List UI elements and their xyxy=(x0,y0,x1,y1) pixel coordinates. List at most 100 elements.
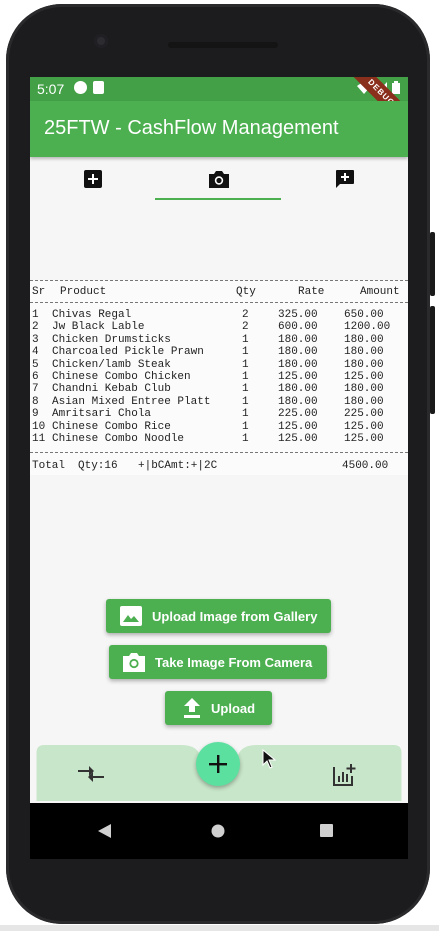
camera-button-label: Take Image From Camera xyxy=(155,654,313,670)
receipt-item-sr: 5 xyxy=(32,358,39,371)
receipt-item-amount: 125.00 xyxy=(344,371,384,383)
receipt-item-qty: 1 xyxy=(242,408,249,421)
receipt-image: Sr Product Qty Rate Amount 1 Chivas Regal… xyxy=(30,280,408,475)
upload-from-gallery-button[interactable]: Upload Image from Gallery xyxy=(106,599,331,633)
receipt-item-rate: 180.00 xyxy=(278,395,318,408)
receipt-item-product: Jw Black Lable xyxy=(52,321,145,334)
receipt-item-qty: 1 xyxy=(242,433,249,445)
receipt-item-row: 10 Chinese Combo Rice 1 125.00 125.00 xyxy=(30,421,408,433)
back-icon[interactable] xyxy=(98,824,112,838)
total-extra: +|bCAmt:+|2C xyxy=(138,460,218,472)
receipt-item-row: 8 Asian Mixed Entree Platt 1 180.00 180.00 xyxy=(30,396,408,408)
receipt-item-product: Chinese Combo Noodle xyxy=(52,433,185,445)
receipt-item-amount: 180.00 xyxy=(344,346,384,359)
receipt-item-rate: 125.00 xyxy=(278,433,318,445)
receipt-divider xyxy=(30,280,408,281)
receipt-item-rate: 225.00 xyxy=(278,408,318,421)
receipt-item-qty: 1 xyxy=(242,383,249,396)
tab-add[interactable] xyxy=(30,157,156,201)
receipt-item-rate: 180.00 xyxy=(278,358,318,371)
receipt-item-qty: 1 xyxy=(242,346,249,359)
add-icon xyxy=(209,755,227,773)
header-product: Product xyxy=(60,286,107,298)
add-comment-icon xyxy=(336,170,354,188)
battery-icon xyxy=(392,81,400,94)
receipt-divider xyxy=(30,302,408,303)
receipt-item-amount: 125.00 xyxy=(344,433,384,445)
receipt-item-sr: 10 xyxy=(32,420,46,433)
take-from-camera-button[interactable]: Take Image From Camera xyxy=(109,645,327,679)
add-box-icon xyxy=(84,170,102,188)
receipt-item-rate: 180.00 xyxy=(278,333,318,346)
receipt-item-product: Charcoaled Pickle Prawn xyxy=(52,346,204,359)
receipt-item-amount: 125.00 xyxy=(344,420,384,433)
receipt-item-qty: 1 xyxy=(242,358,249,371)
receipt-item-product: Asian Mixed Entree Platt xyxy=(52,395,211,408)
receipt-item-sr: 9 xyxy=(32,408,39,421)
volume-button xyxy=(430,306,435,414)
receipt-item-row: 3 Chicken Drumsticks 1 180.00 180.00 xyxy=(30,334,408,346)
receipt-item-sr: 11 xyxy=(32,433,46,445)
gallery-button-label: Upload Image from Gallery xyxy=(152,608,318,624)
receipt-item-sr: 7 xyxy=(32,383,39,396)
receipt-header-row: Sr Product Qty Rate Amount xyxy=(30,286,408,298)
receipt-item-product: Chinese Combo Chicken xyxy=(52,371,191,383)
receipt-item-sr: 6 xyxy=(32,371,39,383)
receipt-item-qty: 2 xyxy=(242,309,249,321)
total-amount: 4500.00 xyxy=(342,460,389,472)
receipt-item-product: Amritsari Chola xyxy=(52,408,152,421)
receipt-item-rate: 125.00 xyxy=(278,420,318,433)
home-icon[interactable] xyxy=(211,824,225,838)
receipt-item-qty: 1 xyxy=(242,395,249,408)
earpiece-speaker xyxy=(168,42,278,48)
receipt-item-row: 4 Charcoaled Pickle Prawn 1 180.00 180.00 xyxy=(30,346,408,358)
receipt-item-row: 1 Chivas Regal 2 325.00 650.00 xyxy=(30,309,408,321)
upload-button[interactable]: Upload xyxy=(165,691,272,725)
receipt-item-product: Chivas Regal xyxy=(52,309,132,321)
app-screen: 5:07 DEBUG 25FTW - CashFlow Management S… xyxy=(30,77,408,859)
status-notification-icons xyxy=(74,81,104,94)
receipt-item-product: Chicken Drumsticks xyxy=(52,333,171,346)
header-amount: Amount xyxy=(360,286,400,298)
receipt-item-row: 11 Chinese Combo Noodle 1 125.00 125.00 xyxy=(30,433,408,445)
compare-arrows-icon xyxy=(78,766,104,782)
receipt-item-amount: 650.00 xyxy=(344,309,384,321)
receipt-item-sr: 8 xyxy=(32,395,39,408)
receipt-item-rate: 180.00 xyxy=(278,383,318,396)
add-chart-button[interactable] xyxy=(332,763,356,792)
host-taskbar-strip xyxy=(0,925,439,931)
add-fab-button[interactable] xyxy=(196,742,240,786)
receipt-item-sr: 1 xyxy=(32,309,39,321)
sim-card-icon xyxy=(93,81,104,94)
receipt-item-rate: 600.00 xyxy=(278,321,318,334)
receipt-item-rate: 180.00 xyxy=(278,346,318,359)
receipt-item-product: Chinese Combo Rice xyxy=(52,420,171,433)
receipt-item-amount: 225.00 xyxy=(344,408,384,421)
tab-add-comment[interactable] xyxy=(282,157,408,201)
tab-camera[interactable] xyxy=(156,157,282,201)
image-icon xyxy=(120,606,142,626)
receipt-item-qty: 2 xyxy=(242,321,249,334)
receipt-item-row: 2 Jw Black Lable 2 600.00 1200.00 xyxy=(30,321,408,333)
receipt-item-row: 7 Chandni Kebab Club 1 180.00 180.00 xyxy=(30,383,408,395)
upload-icon xyxy=(183,698,201,718)
tab-indicator xyxy=(155,198,281,200)
recents-icon[interactable] xyxy=(320,824,333,837)
compare-arrows-button[interactable] xyxy=(78,765,104,788)
power-button xyxy=(430,232,435,296)
receipt-item-qty: 1 xyxy=(242,333,249,346)
status-time: 5:07 xyxy=(37,81,65,97)
add-chart-icon xyxy=(333,764,356,786)
receipt-total-row: Total Qty:16 +|bCAmt:+|2C 4500.00 xyxy=(30,460,408,472)
header-sr: Sr xyxy=(32,286,46,298)
camera-icon xyxy=(123,652,145,672)
receipt-item-row: 9 Amritsari Chola 1 225.00 225.00 xyxy=(30,408,408,420)
receipt-item-amount: 180.00 xyxy=(344,333,384,346)
receipt-item-amount: 180.00 xyxy=(344,383,384,396)
front-camera xyxy=(94,34,108,48)
receipt-item-product: Chandni Kebab Club xyxy=(52,383,171,396)
upload-button-label: Upload xyxy=(211,700,256,716)
system-nav-bar xyxy=(30,803,408,859)
status-bar: 5:07 DEBUG xyxy=(30,77,408,138)
receipt-item-amount: 1200.00 xyxy=(344,321,391,334)
